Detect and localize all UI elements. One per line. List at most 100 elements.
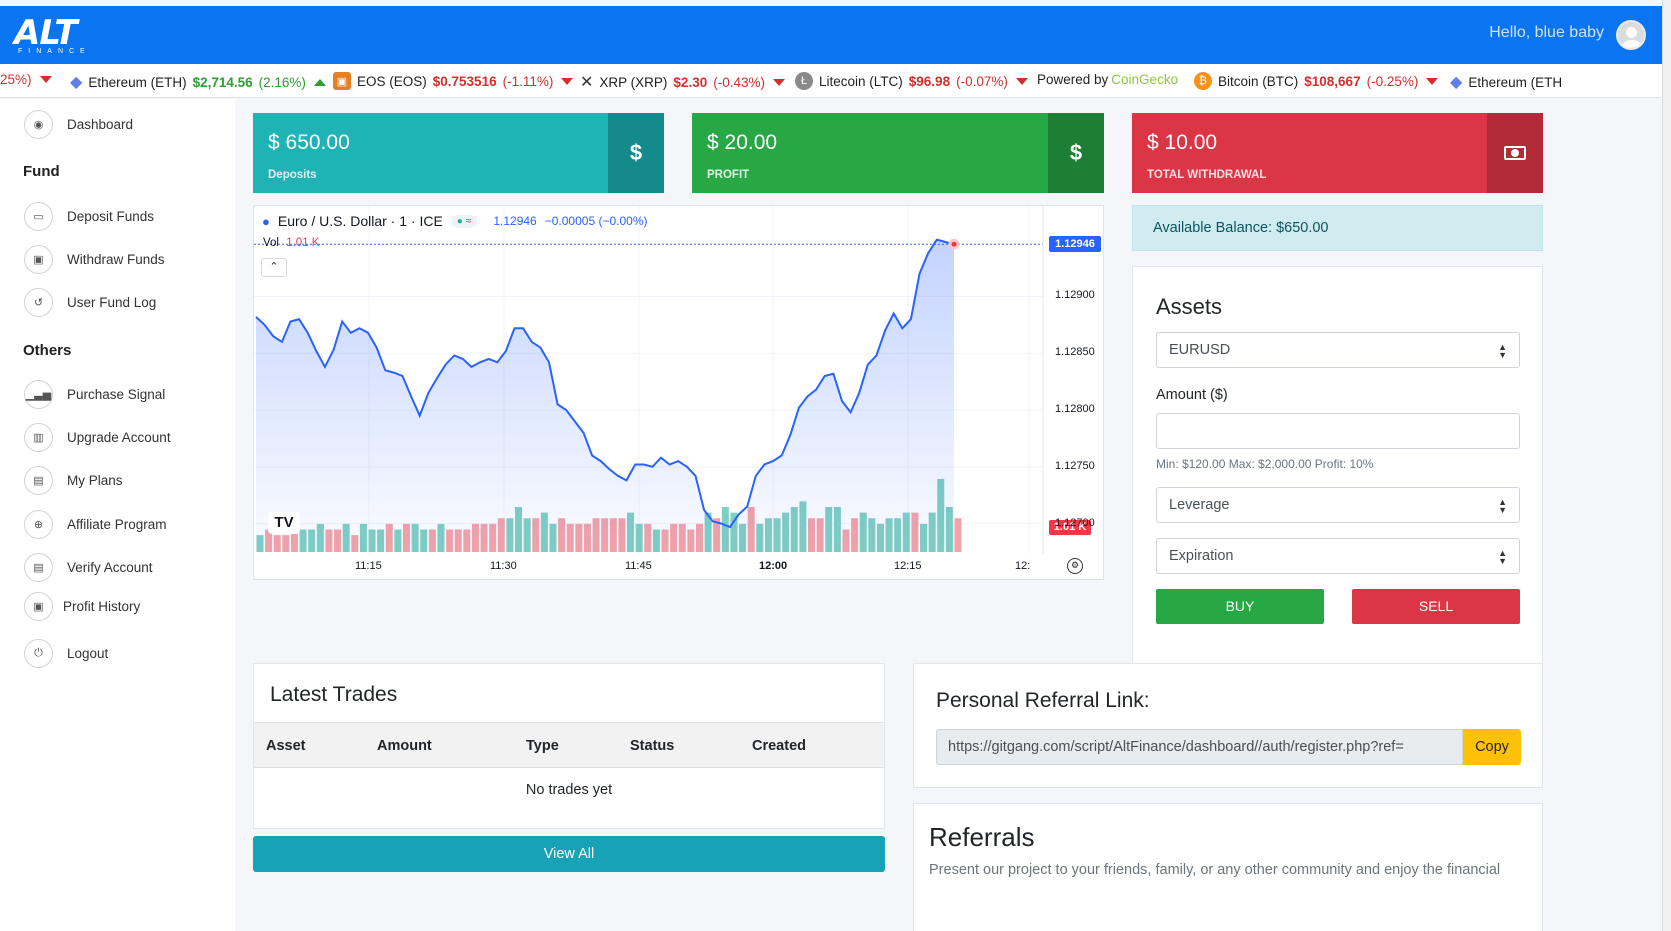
latest-trades-title: Latest Trades <box>270 683 398 706</box>
history-icon: ↺ <box>24 288 53 317</box>
sidebar-item-upgrade[interactable]: ▥ Upgrade Account <box>24 423 171 452</box>
y-tick-label: 1.12750 <box>1055 459 1095 472</box>
amount-input[interactable] <box>1156 413 1520 449</box>
ticker-name: Ethereum (ETH <box>1468 74 1563 90</box>
buy-button[interactable]: BUY <box>1156 589 1324 624</box>
ticker-change: (-1.11%) <box>502 73 554 89</box>
sidebar-item-label: Verify Account <box>67 560 153 575</box>
ticker-change: (2.16%) <box>258 74 306 90</box>
referral-link-title: Personal Referral Link: <box>936 689 1150 712</box>
ticker-powered-by[interactable]: Powered by CoinGecko <box>1037 72 1178 87</box>
copy-button[interactable]: Copy <box>1463 729 1521 765</box>
ticker-name: Bitcoin (BTC) <box>1218 73 1299 89</box>
money-icon <box>1487 113 1543 193</box>
x-tick-label: 11:45 <box>625 560 652 572</box>
dollar-icon: $ <box>608 113 664 193</box>
signal-icon: ▁▃▅ <box>24 380 53 409</box>
y-tick-label: 1.12900 <box>1055 289 1095 302</box>
sidebar-item-profit-history[interactable]: ▣ Profit History <box>24 592 140 621</box>
chart-symbol[interactable]: Euro / U.S. Dollar · 1 · ICE <box>278 213 443 229</box>
power-icon: ⏻ <box>24 639 53 668</box>
sidebar-item-plans[interactable]: ▤ My Plans <box>24 466 123 495</box>
ticker-item[interactable]: ◆ Ethereum (ETH <box>1450 72 1562 92</box>
view-all-button[interactable]: View All <box>253 836 885 872</box>
price-area <box>256 239 954 552</box>
down-arrow-icon <box>561 77 574 85</box>
profit-label: PROFIT <box>707 169 750 181</box>
logo-sub-text: FINANCE <box>18 48 91 55</box>
referral-link-field[interactable]: https://gitgang.com/script/AltFinance/da… <box>936 729 1463 765</box>
avatar[interactable] <box>1616 20 1646 50</box>
user-greeting[interactable]: Hello, blue baby <box>1489 24 1604 42</box>
x-tick-label: 12:00 <box>759 560 788 572</box>
x-tick-label: 12:15 <box>894 560 922 572</box>
leverage-select-value: Leverage <box>1169 497 1230 513</box>
ticker-item[interactable]: ◆ Ethereum (ETH) $2,714.56 (2.16%) <box>70 72 326 92</box>
ticker-item[interactable]: ₿ Bitcoin (BTC) $108,667 (-0.25%) <box>1194 72 1439 90</box>
powered-by-label: Powered by <box>1037 72 1109 87</box>
ticker-name: Litecoin (LTC) <box>819 73 903 89</box>
scrollbar[interactable] <box>1662 0 1671 931</box>
logo-main-text: ALT <box>14 13 78 53</box>
up-arrow-icon <box>313 78 326 86</box>
x-tick-label: 11:15 <box>355 560 382 572</box>
market-status-icon[interactable]: ● ≈ <box>450 214 478 228</box>
sell-button[interactable]: SELL <box>1352 589 1520 624</box>
sidebar-item-logout[interactable]: ⏻ Logout <box>24 639 108 668</box>
ticker-item[interactable]: ▣ EOS (EOS) $0.753516 (-1.11%) <box>333 72 574 90</box>
sidebar-item-label: Upgrade Account <box>67 430 171 445</box>
top-navbar: ALT FINANCE Hello, blue baby <box>0 6 1662 64</box>
last-price-tag: 1.12946 <box>1049 236 1101 253</box>
eos-icon: ▣ <box>333 72 351 90</box>
withdrawal-card: $ 10.00 TOTAL WITHDRAWAL <box>1132 113 1543 193</box>
trades-table-header: Asset Amount Type Status Created <box>254 722 884 768</box>
ticker-item[interactable]: Ł Litecoin (LTC) $96.98 (-0.07%) <box>795 72 1028 90</box>
sidebar-heading-fund: Fund <box>23 163 60 180</box>
collapse-legend-button[interactable]: ⌃ <box>261 258 287 277</box>
referrals-title: Referrals <box>929 822 1035 852</box>
leverage-select[interactable]: Leverage ▲ ▼ <box>1156 487 1520 523</box>
latest-trades-card: Latest Trades Asset Amount Type Status C… <box>253 663 885 829</box>
deposit-icon: ▭ <box>24 202 53 231</box>
coingecko-link[interactable]: CoinGecko <box>1111 72 1178 87</box>
ticker-price: $0.753516 <box>432 73 497 89</box>
crypto-ticker: 25%) ◆ Ethereum (ETH) $2,714.56 (2.16%) … <box>0 64 1662 98</box>
asset-select-value: EURUSD <box>1169 342 1231 358</box>
expiration-select-value: Expiration <box>1169 548 1234 564</box>
id-card-icon: ▤ <box>24 553 53 582</box>
sidebar-item-label: Purchase Signal <box>67 387 166 402</box>
ticker-change: (-0.43%) <box>713 74 765 90</box>
profit-card: $ 20.00 PROFIT $ <box>692 113 1104 193</box>
x-tick-label: 11:30 <box>490 560 517 572</box>
column-asset: Asset <box>266 738 306 754</box>
volume-legend: Vol 1.01 K <box>263 237 319 249</box>
sidebar-item-withdraw[interactable]: ▣ Withdraw Funds <box>24 245 165 274</box>
sidebar-item-fund-log[interactable]: ↺ User Fund Log <box>24 288 156 317</box>
expiration-select[interactable]: Expiration ▲ ▼ <box>1156 538 1520 574</box>
sidebar-item-verify[interactable]: ▤ Verify Account <box>24 553 153 582</box>
price-chart-widget[interactable]: ● Euro / U.S. Dollar · 1 · ICE ● ≈ 1.1294… <box>253 205 1104 580</box>
ticker-price: $2.30 <box>673 74 708 90</box>
sidebar-item-dashboard[interactable]: ◉ Dashboard <box>24 110 133 139</box>
asset-select[interactable]: EURUSD ▲ ▼ <box>1156 332 1520 368</box>
brand-logo[interactable]: ALT FINANCE <box>14 16 90 60</box>
amount-hint: Min: $120.00 Max: $2,000.00 Profit: 10% <box>1156 457 1374 471</box>
deposits-card: $ 650.00 Deposits $ <box>253 113 664 193</box>
ticker-change: (-0.25%) <box>1366 73 1419 89</box>
ticker-item[interactable]: 25%) <box>0 72 52 87</box>
litecoin-icon: Ł <box>795 72 813 90</box>
sidebar-item-affiliate[interactable]: ⊕ Affiliate Program <box>24 510 167 539</box>
price-chart[interactable] <box>254 206 1105 581</box>
sidebar-item-label: Deposit Funds <box>67 209 155 224</box>
sidebar-item-purchase-signal[interactable]: ▁▃▅ Purchase Signal <box>24 380 165 409</box>
sidebar: ◉ Dashboard Fund ▭ Deposit Funds ▣ Withdraw… <box>0 99 235 931</box>
ticker-item[interactable]: ✕ XRP (XRP) $2.30 (-0.43%) <box>580 72 785 92</box>
sidebar-item-deposit[interactable]: ▭ Deposit Funds <box>24 202 154 231</box>
sidebar-item-label: My Plans <box>67 473 123 488</box>
referrals-card: Referrals Present our project to your fr… <box>913 803 1543 931</box>
settings-icon[interactable]: ⚙ <box>1067 558 1083 574</box>
chart-last-price: 1.12946 <box>493 214 537 228</box>
sidebar-heading-others: Others <box>23 342 72 359</box>
tradingview-logo[interactable]: TV <box>268 512 300 534</box>
deposits-amount: $ 650.00 <box>268 131 350 154</box>
